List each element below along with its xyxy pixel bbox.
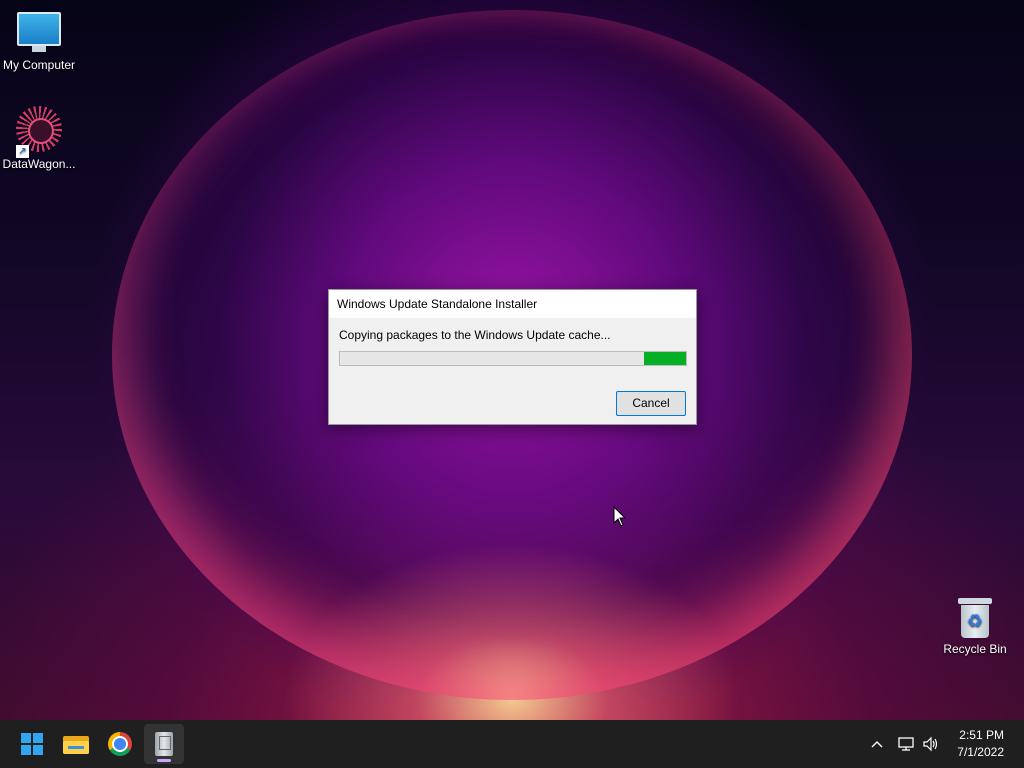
network-status[interactable] bbox=[897, 720, 915, 768]
installer-dialog: Windows Update Standalone Installer Copy… bbox=[328, 289, 697, 425]
taskbar-file-explorer[interactable] bbox=[56, 724, 96, 764]
volume-icon bbox=[923, 736, 938, 752]
start-button[interactable] bbox=[12, 724, 52, 764]
taskbar-clock[interactable]: 2:51 PM 7/1/2022 bbox=[957, 727, 1004, 761]
volume-control[interactable] bbox=[922, 720, 940, 768]
active-indicator bbox=[157, 759, 171, 762]
clock-time: 2:51 PM bbox=[959, 728, 1004, 742]
desktop-icon-label: My Computer bbox=[2, 58, 76, 72]
taskbar: 2:51 PM 7/1/2022 bbox=[0, 720, 1024, 768]
chrome-icon bbox=[108, 732, 132, 756]
recycle-bin-icon: ♻ bbox=[958, 598, 992, 638]
progress-marquee bbox=[644, 352, 686, 365]
desktop-icon-my-computer[interactable]: My Computer bbox=[0, 12, 78, 72]
monitor-icon bbox=[17, 12, 61, 52]
shortcut-arrow-icon: ↗ bbox=[16, 145, 29, 158]
desktop-icon-recycle-bin[interactable]: ♻ Recycle Bin bbox=[936, 598, 1014, 656]
desktop-icon-datawagon[interactable]: ↗ DataWagon... bbox=[0, 106, 78, 171]
chevron-up-icon bbox=[871, 741, 883, 748]
network-icon bbox=[898, 737, 914, 751]
dialog-title[interactable]: Windows Update Standalone Installer bbox=[329, 290, 696, 318]
desktop-icon-label: DataWagon... bbox=[2, 157, 76, 171]
installer-icon bbox=[155, 732, 173, 756]
progress-bar bbox=[339, 351, 687, 366]
tray-overflow-chevron[interactable] bbox=[870, 720, 884, 768]
dialog-message: Copying packages to the Windows Update c… bbox=[339, 328, 611, 342]
clock-date: 7/1/2022 bbox=[957, 745, 1004, 759]
desktop-icon-label: Recycle Bin bbox=[943, 642, 1007, 656]
windows-start-icon bbox=[21, 733, 43, 755]
cancel-button[interactable]: Cancel bbox=[616, 391, 686, 416]
folder-icon bbox=[63, 734, 89, 754]
taskbar-installer[interactable] bbox=[144, 724, 184, 764]
datawagon-icon: ↗ bbox=[16, 106, 62, 158]
taskbar-chrome[interactable] bbox=[100, 724, 140, 764]
